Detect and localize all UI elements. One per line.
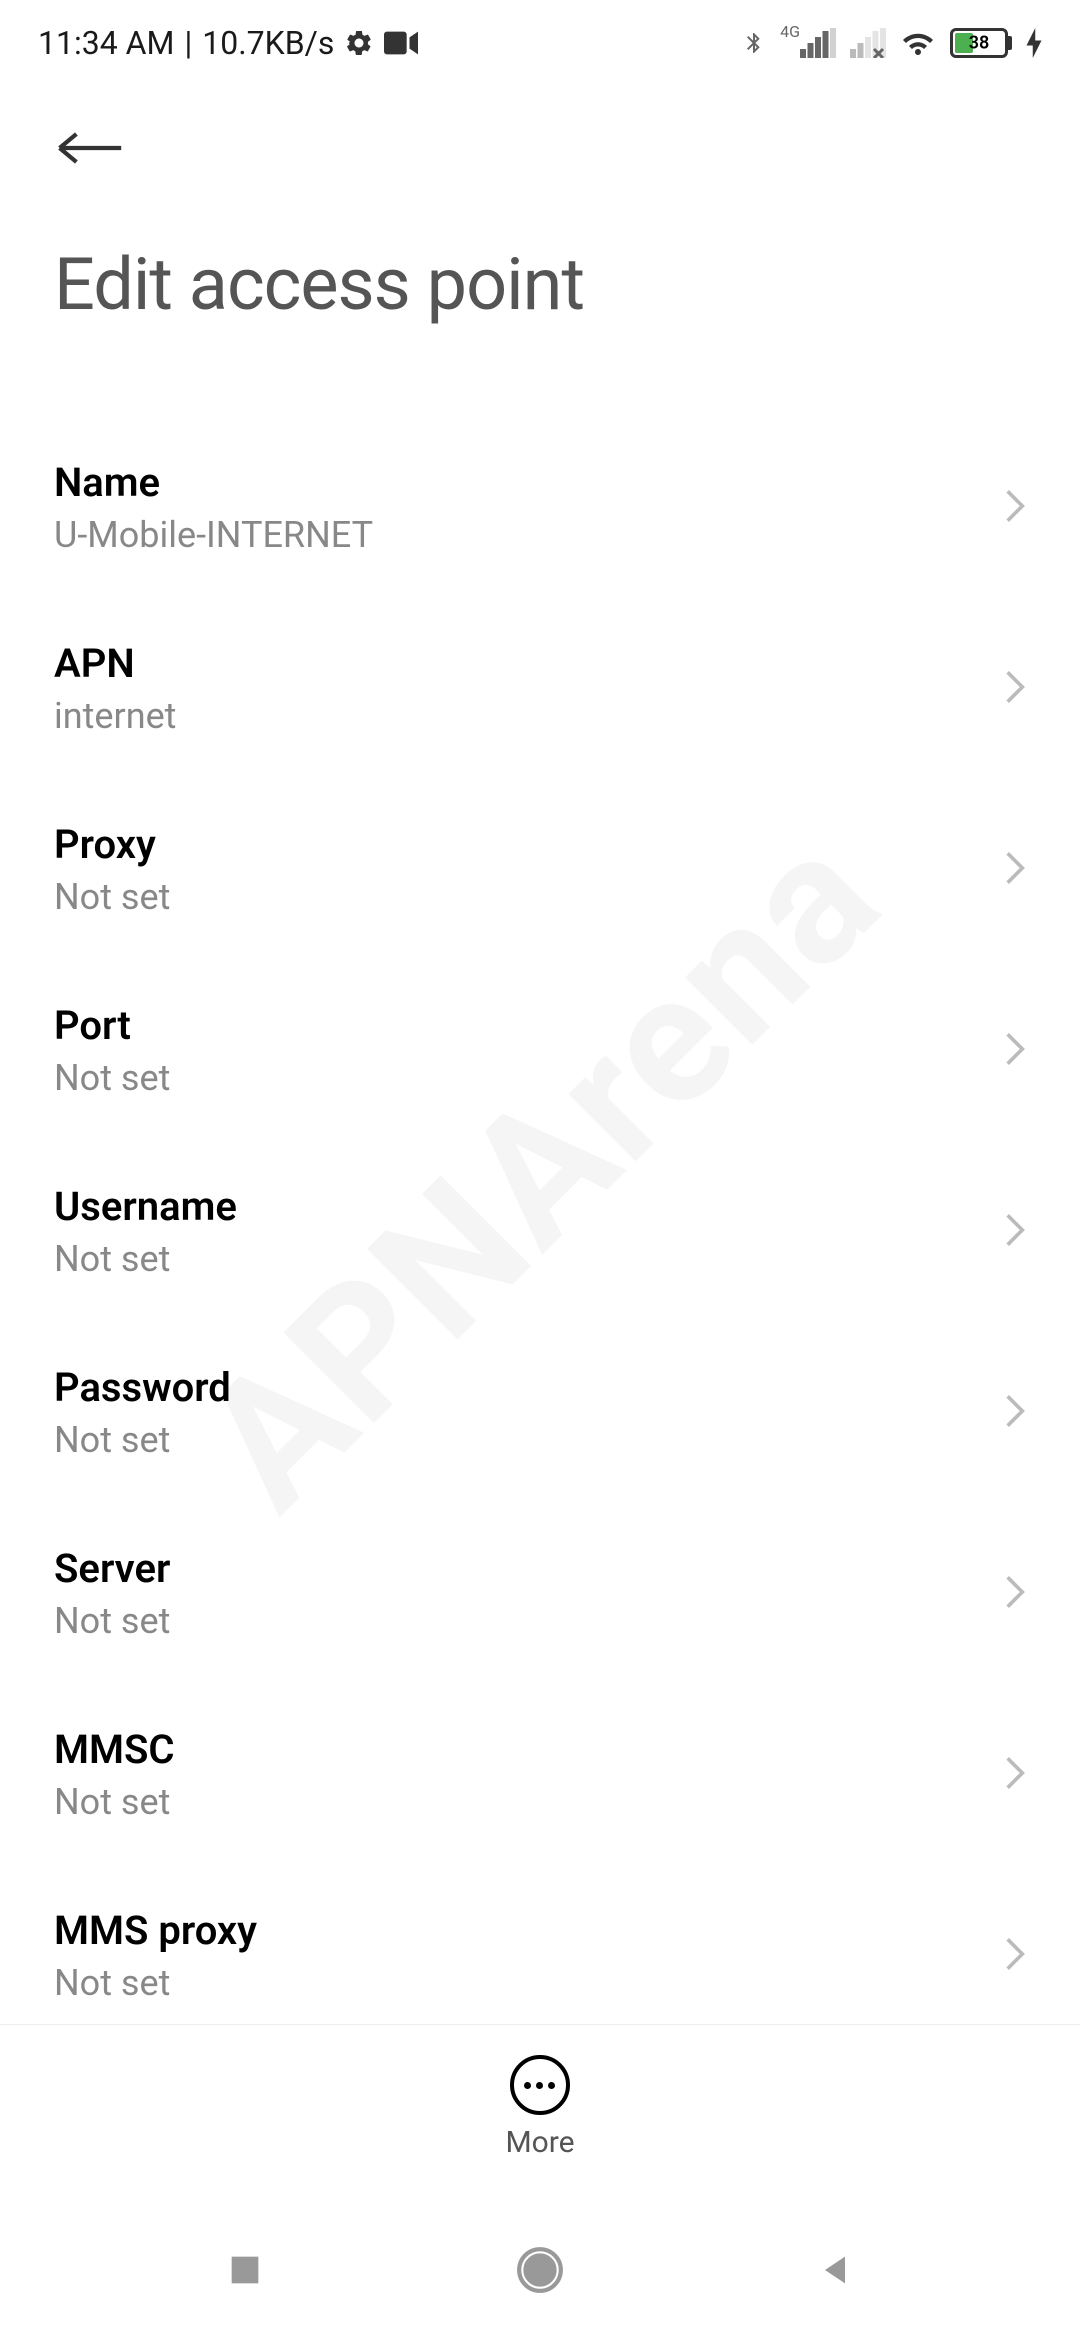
setting-label: Password <box>54 1364 231 1411</box>
setting-label: APN <box>54 640 176 687</box>
more-icon <box>510 2055 570 2115</box>
chevron-right-icon <box>1004 668 1026 710</box>
header: Edit access point <box>0 78 1080 347</box>
setting-apn[interactable]: APN internet <box>54 598 1026 779</box>
setting-label: Name <box>54 459 373 506</box>
back-button[interactable] <box>54 118 124 182</box>
setting-mms-proxy[interactable]: MMS proxy Not set <box>54 1865 1026 2046</box>
bluetooth-icon <box>742 26 766 60</box>
setting-label: MMSC <box>54 1726 175 1773</box>
gear-icon <box>344 28 374 58</box>
bottom-toolbar: More <box>0 2024 1080 2200</box>
setting-value: Not set <box>54 1600 170 1642</box>
status-bar: 11:34 AM | 10.7KB/s 4G 38 <box>0 0 1080 78</box>
setting-label: Username <box>54 1183 237 1230</box>
battery-icon: 38 <box>950 28 1012 58</box>
setting-password[interactable]: Password Not set <box>54 1322 1026 1503</box>
settings-list: Name U-Mobile-INTERNET APN internet Prox… <box>0 347 1080 2046</box>
setting-username[interactable]: Username Not set <box>54 1141 1026 1322</box>
more-button[interactable]: More <box>505 2055 574 2160</box>
signal-4g-icon: 4G <box>780 28 836 58</box>
camera-icon <box>384 31 418 55</box>
nav-home-button[interactable] <box>515 2245 565 2295</box>
navigation-bar <box>0 2200 1080 2340</box>
setting-value: Not set <box>54 876 170 918</box>
setting-server[interactable]: Server Not set <box>54 1503 1026 1684</box>
setting-value: Not set <box>54 1962 257 2004</box>
chevron-right-icon <box>1004 1573 1026 1615</box>
chevron-right-icon <box>1004 1392 1026 1434</box>
signal-no-sim-icon <box>850 28 886 58</box>
setting-label: Proxy <box>54 821 170 868</box>
wifi-icon <box>900 28 936 58</box>
more-label: More <box>505 2125 574 2160</box>
status-separator: | <box>184 24 192 62</box>
setting-name[interactable]: Name U-Mobile-INTERNET <box>54 417 1026 598</box>
chevron-right-icon <box>1004 487 1026 529</box>
status-left: 11:34 AM | 10.7KB/s <box>38 24 418 62</box>
charging-icon <box>1026 28 1042 58</box>
setting-value: Not set <box>54 1057 170 1099</box>
chevron-right-icon <box>1004 1030 1026 1072</box>
status-speed: 10.7KB/s <box>202 24 334 62</box>
nav-recent-button[interactable] <box>225 2250 265 2290</box>
setting-value: Not set <box>54 1419 231 1461</box>
setting-value: Not set <box>54 1238 237 1280</box>
setting-value: U-Mobile-INTERNET <box>54 514 373 556</box>
setting-value: internet <box>54 695 176 737</box>
setting-label: MMS proxy <box>54 1907 257 1954</box>
setting-value: Not set <box>54 1781 175 1823</box>
setting-label: Port <box>54 1002 170 1049</box>
page-title: Edit access point <box>54 242 1026 327</box>
setting-mmsc[interactable]: MMSC Not set <box>54 1684 1026 1865</box>
setting-proxy[interactable]: Proxy Not set <box>54 779 1026 960</box>
chevron-right-icon <box>1004 849 1026 891</box>
setting-label: Server <box>54 1545 170 1592</box>
chevron-right-icon <box>1004 1211 1026 1253</box>
setting-port[interactable]: Port Not set <box>54 960 1026 1141</box>
status-right: 4G 38 <box>742 26 1042 60</box>
chevron-right-icon <box>1004 1754 1026 1796</box>
nav-back-button[interactable] <box>815 2250 855 2290</box>
chevron-right-icon <box>1004 1935 1026 1977</box>
status-time: 11:34 AM <box>38 24 174 62</box>
